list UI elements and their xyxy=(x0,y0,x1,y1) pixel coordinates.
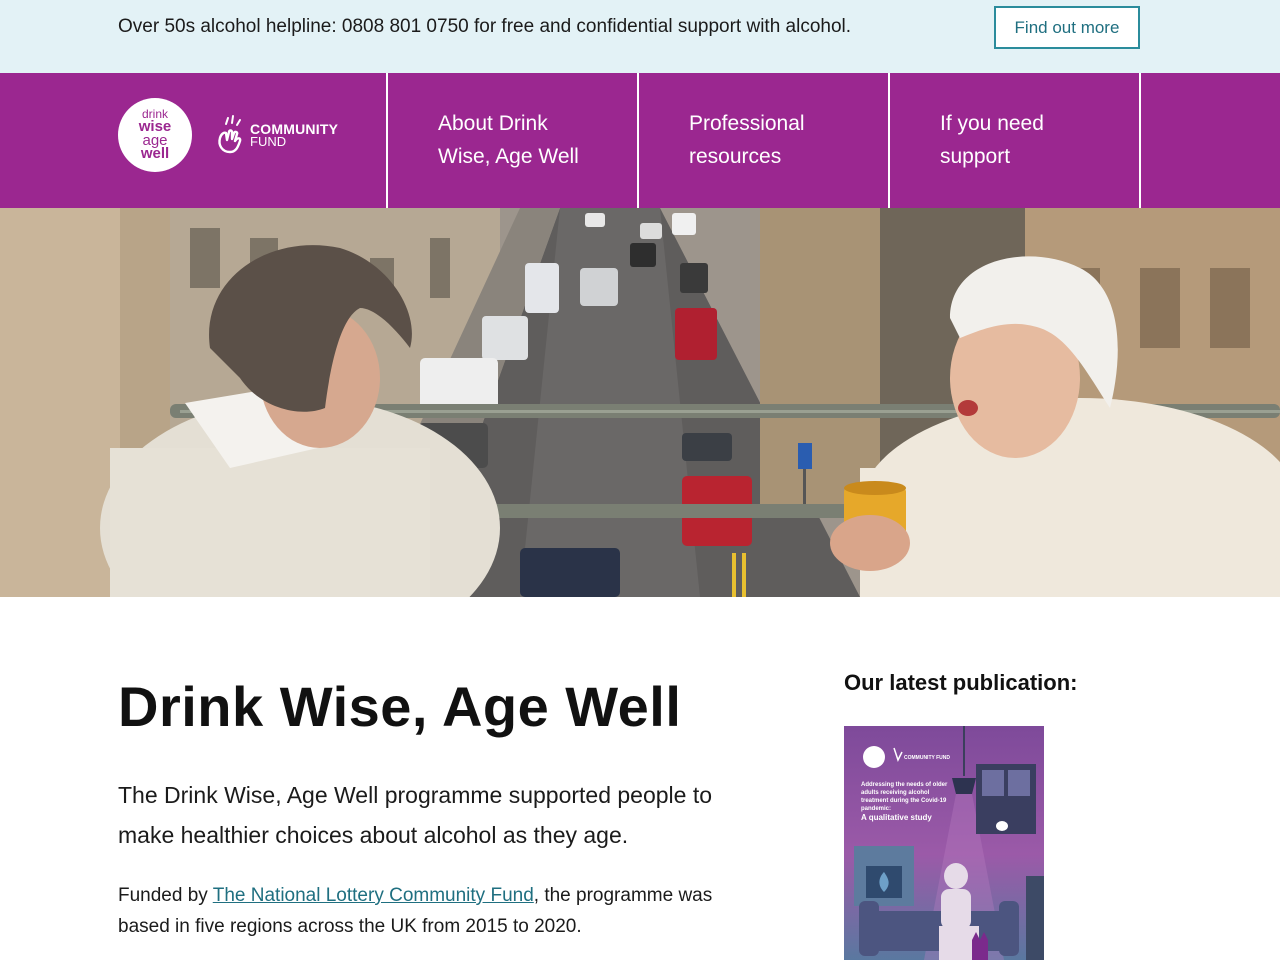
community-fund-text: FUND xyxy=(250,134,287,150)
nav-label: If you need xyxy=(940,112,1044,135)
cover-subtitle: A qualitative study xyxy=(861,813,932,822)
logo-line: well xyxy=(140,145,170,163)
nav-if-you-need-support[interactable]: If you need support xyxy=(888,73,1139,208)
intro-paragraph: The Drink Wise, Age Well programme suppo… xyxy=(118,782,713,848)
nav-label: About Drink xyxy=(438,112,548,135)
funded-paragraph: Funded by The National Lottery Community… xyxy=(118,880,758,942)
nav-professional-resources[interactable]: Professional resources xyxy=(637,73,888,208)
cover-title-block: Addressing the needs of older adults rec… xyxy=(861,781,951,823)
community-fund-logo[interactable]: COMMUNITY FUND xyxy=(212,113,352,159)
hero-image xyxy=(0,208,1280,597)
site-header: drink wise age well COMMUNITY FUND About… xyxy=(0,73,1280,208)
nav-label: support xyxy=(940,145,1011,168)
nav-divider xyxy=(1139,73,1141,208)
cover-title: Addressing the needs of older adults rec… xyxy=(861,782,948,812)
helpline-bar: Over 50s alcohol helpline: 0808 801 0750… xyxy=(0,0,1280,73)
nav-label: Wise, Age Well xyxy=(438,145,579,168)
national-lottery-link[interactable]: The National Lottery Community Fund xyxy=(213,885,534,906)
nav-about[interactable]: About Drink Wise, Age Well xyxy=(386,73,637,208)
find-out-more-button[interactable]: Find out more xyxy=(994,6,1140,49)
cover-logo-text: COMMUNITY FUND xyxy=(904,755,950,761)
nav-label: resources xyxy=(689,145,782,168)
drink-wise-age-well-logo[interactable]: drink wise age well xyxy=(118,98,192,172)
publication-cover[interactable]: COMMUNITY FUND Addressing the needs of o… xyxy=(844,726,1044,960)
helpline-text: Over 50s alcohol helpline: 0808 801 0750… xyxy=(118,16,852,37)
page-title: Drink Wise, Age Well xyxy=(118,675,682,738)
publication-heading: Our latest publication: xyxy=(844,670,1078,695)
lottery-hand-icon xyxy=(218,115,242,154)
funded-prefix: Funded by xyxy=(118,885,213,906)
nav-label: Professional xyxy=(689,112,805,135)
